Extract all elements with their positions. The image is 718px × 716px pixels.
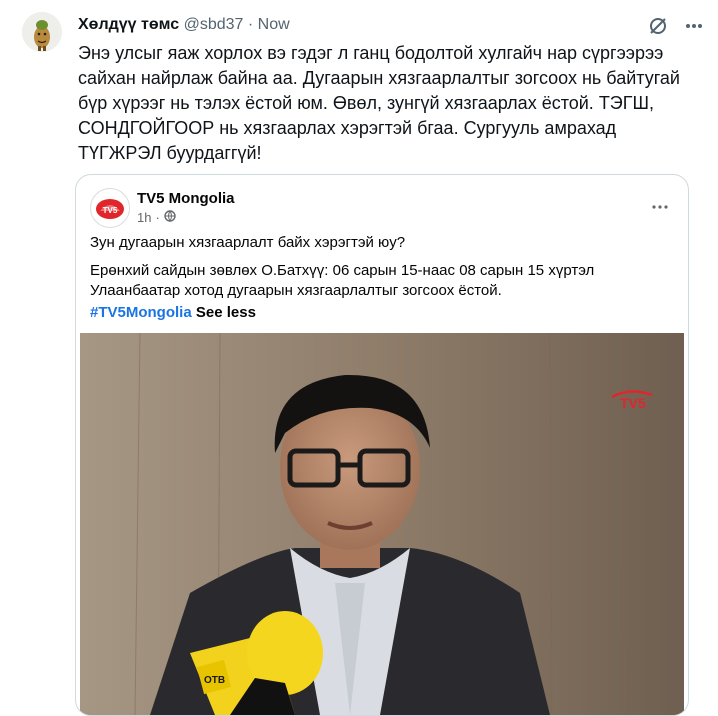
post-question: Зун дугаарын хязгаарлалт байх хэрэгтэй ю… xyxy=(90,234,406,251)
globe-icon xyxy=(164,210,176,225)
grok-icon[interactable] xyxy=(648,16,668,41)
page-name[interactable]: TV5 Mongolia xyxy=(137,190,235,207)
post-meta: 1h · xyxy=(137,210,176,225)
author-handle[interactable]: @sbd37 xyxy=(184,16,244,33)
more-icon[interactable] xyxy=(684,16,704,41)
post-time[interactable]: 1h xyxy=(137,210,151,225)
author-name[interactable]: Хөлдүү төмс xyxy=(78,16,179,33)
post-body: Ерөнхий сайдын зөвлөх О.Батхүү: 06 сарын… xyxy=(90,262,595,299)
tv5-watermark-text: TV5 xyxy=(620,395,646,411)
separator-dot: · xyxy=(247,16,254,33)
tv5-logo-icon: TV5 xyxy=(93,191,127,225)
timestamp[interactable]: Now xyxy=(258,16,290,33)
embedded-post-card[interactable]: TV5 TV5 Mongolia 1h · Зун дугаарын хязга… xyxy=(75,174,689,716)
potato-avatar-icon xyxy=(22,12,62,52)
tweet-actions-top xyxy=(648,16,704,41)
post-photo[interactable]: TV5 ОТВ xyxy=(80,333,684,715)
tweet-header: Хөлдүү төмс @sbd37 · Now xyxy=(78,14,290,36)
hashtag-link[interactable]: #TV5Mongolia xyxy=(90,304,192,321)
tv5-logo[interactable]: TV5 xyxy=(90,188,130,228)
avatar[interactable] xyxy=(22,12,62,52)
see-less-button[interactable]: See less xyxy=(196,304,256,321)
mic-label: ОТВ xyxy=(204,675,225,686)
post-tags: #TV5Mongolia See less xyxy=(90,303,256,323)
speaker-photo-image: TV5 ОТВ xyxy=(80,333,684,715)
tweet-text: Энэ улсыг яаж хорлох вэ гэдэг л ганц бод… xyxy=(78,43,680,163)
tv5-logo-text: TV5 xyxy=(103,206,118,215)
post-more-icon[interactable] xyxy=(652,197,668,215)
